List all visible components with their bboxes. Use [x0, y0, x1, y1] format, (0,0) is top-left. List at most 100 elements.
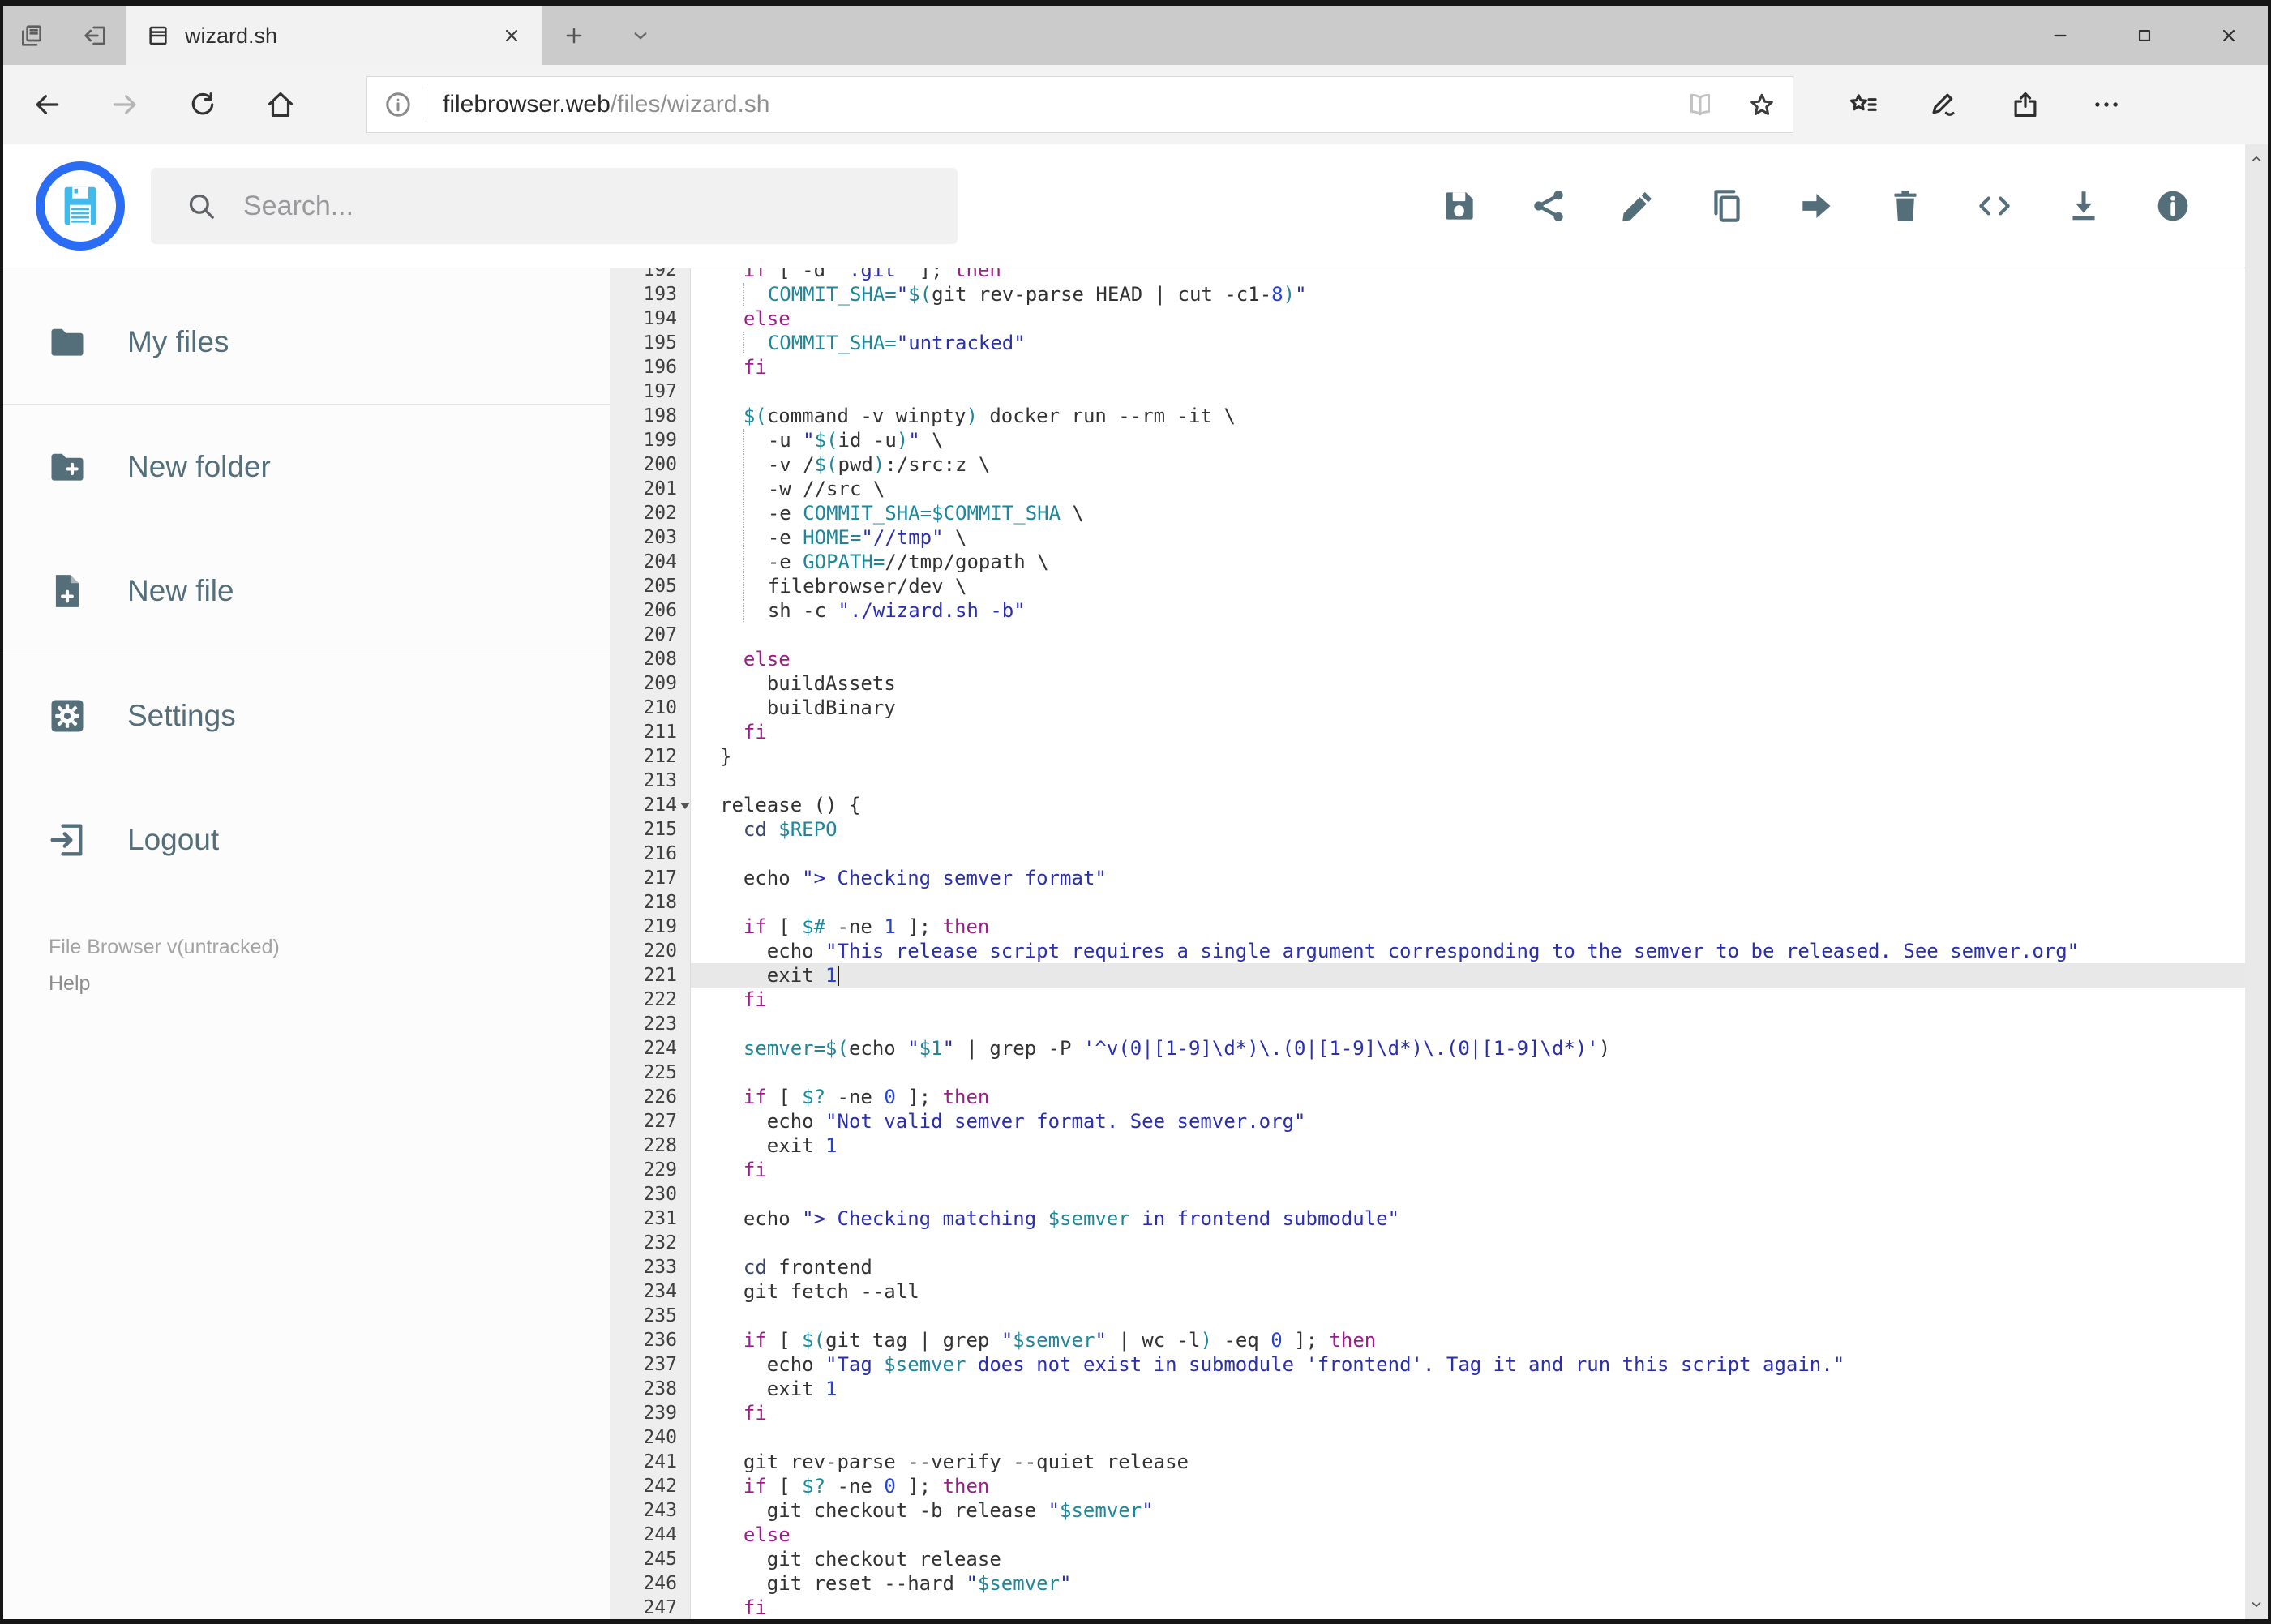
- code-line-194[interactable]: 194 else: [610, 306, 2271, 331]
- code-line-237[interactable]: 237 echo "Tag $semver does not exist in …: [610, 1352, 2271, 1377]
- add-favorite-button[interactable]: [1731, 90, 1793, 119]
- maximize-button[interactable]: [2102, 6, 2187, 65]
- code-line-216[interactable]: 216: [610, 842, 2271, 866]
- info-button[interactable]: [2153, 186, 2193, 226]
- code-line-232[interactable]: 232: [610, 1231, 2271, 1255]
- sidebar-item-my-files[interactable]: My files: [0, 280, 610, 404]
- reading-view-button[interactable]: [1669, 90, 1731, 119]
- download-button[interactable]: [2063, 186, 2104, 226]
- code-line-197[interactable]: 197: [610, 379, 2271, 404]
- code-line-209[interactable]: 209 buildAssets: [610, 671, 2271, 696]
- code-line-228[interactable]: 228 exit 1: [610, 1133, 2271, 1158]
- code-line-213[interactable]: 213: [610, 769, 2271, 793]
- edit-button[interactable]: [1618, 186, 1658, 226]
- code-line-222[interactable]: 222 fi: [610, 988, 2271, 1012]
- code-line-217[interactable]: 217 echo "> Checking semver format": [610, 866, 2271, 890]
- code-line-215[interactable]: 215 cd $REPO: [610, 817, 2271, 842]
- code-editor[interactable]: 192 if [ -d ".git" ]; then 193 COMMIT_SHA…: [610, 268, 2271, 1624]
- code-line-227[interactable]: 227 echo "Not valid semver format. See s…: [610, 1109, 2271, 1133]
- code-line-202[interactable]: 202 -e COMMIT_SHA=$COMMIT_SHA \: [610, 501, 2271, 525]
- back-button[interactable]: [8, 65, 86, 144]
- tab-preview-button[interactable]: [0, 6, 63, 65]
- code-line-207[interactable]: 207: [610, 623, 2271, 647]
- code-line-246[interactable]: 246 git reset --hard "$semver": [610, 1571, 2271, 1596]
- code-line-221[interactable]: 221 exit 1: [610, 963, 2271, 988]
- browser-tab-wizard-sh[interactable]: wizard.sh: [126, 6, 542, 65]
- code-line-193[interactable]: 193 COMMIT_SHA="$(git rev-parse HEAD | c…: [610, 282, 2271, 306]
- share-button[interactable]: [1985, 65, 2066, 144]
- code-line-245[interactable]: 245 git checkout release: [610, 1547, 2271, 1571]
- code-line-223[interactable]: 223: [610, 1012, 2271, 1036]
- code-line-192[interactable]: 192 if [ -d ".git" ]; then: [610, 268, 2271, 282]
- page-scrollbar[interactable]: [2245, 144, 2268, 1619]
- code-line-205[interactable]: 205 filebrowser/dev \: [610, 574, 2271, 598]
- code-line-236[interactable]: 236 if [ $(git tag | grep "$semver" | wc…: [610, 1328, 2271, 1352]
- close-tab-icon[interactable]: [501, 25, 522, 46]
- code-line-218[interactable]: 218: [610, 890, 2271, 915]
- delete-button[interactable]: [1885, 186, 1926, 226]
- help-link[interactable]: Help: [49, 972, 610, 996]
- tab-preview-toggle-button[interactable]: [606, 6, 675, 65]
- fold-marker-icon[interactable]: [680, 803, 690, 814]
- filebrowser-logo[interactable]: [36, 161, 125, 251]
- code-line-201[interactable]: 201 -w //src \: [610, 477, 2271, 501]
- move-button[interactable]: [1796, 186, 1836, 226]
- code-line-208[interactable]: 208 else: [610, 647, 2271, 671]
- code-line-196[interactable]: 196 fi: [610, 355, 2271, 379]
- code-line-195[interactable]: 195 COMMIT_SHA="untracked": [610, 331, 2271, 355]
- refresh-button[interactable]: [164, 65, 242, 144]
- site-info-icon[interactable]: [383, 90, 413, 119]
- chevron-up-icon[interactable]: [2248, 151, 2265, 167]
- search-input[interactable]: Search...: [151, 168, 958, 244]
- annotate-button[interactable]: [1904, 65, 1985, 144]
- code-line-233[interactable]: 233 cd frontend: [610, 1255, 2271, 1279]
- code-line-211[interactable]: 211 fi: [610, 720, 2271, 744]
- code-line-225[interactable]: 225: [610, 1061, 2271, 1085]
- code-line-230[interactable]: 230: [610, 1182, 2271, 1206]
- code-line-247[interactable]: 247 fi: [610, 1596, 2271, 1620]
- code-line-203[interactable]: 203 -e HOME="//tmp" \: [610, 525, 2271, 550]
- code-line-214[interactable]: 214 release () {: [610, 793, 2271, 817]
- forward-button[interactable]: [86, 65, 164, 144]
- code-line-212[interactable]: 212}: [610, 744, 2271, 769]
- code-line-243[interactable]: 243 git checkout -b release "$semver": [610, 1498, 2271, 1523]
- code-line-210[interactable]: 210 buildBinary: [610, 696, 2271, 720]
- sidebar-item-settings[interactable]: Settings: [0, 653, 610, 778]
- copy-button[interactable]: [1707, 186, 1747, 226]
- url-field[interactable]: filebrowser.web/files/wizard.sh: [366, 76, 1793, 133]
- code-line-199[interactable]: 199 -u "$(id -u)" \: [610, 428, 2271, 452]
- code-line-244[interactable]: 244 else: [610, 1523, 2271, 1547]
- favorites-hub-button[interactable]: [1823, 65, 1904, 144]
- code-line-240[interactable]: 240: [610, 1425, 2271, 1450]
- code-line-224[interactable]: 224 semver=$(echo "$1" | grep -P '^v(0|[…: [610, 1036, 2271, 1061]
- raw-code-button[interactable]: [1974, 186, 2015, 226]
- code-line-226[interactable]: 226 if [ $? -ne 0 ]; then: [610, 1085, 2271, 1109]
- save-button[interactable]: [1439, 186, 1480, 226]
- code-line-200[interactable]: 200 -v /$(pwd):/src:z \: [610, 452, 2271, 477]
- url-text[interactable]: filebrowser.web/files/wizard.sh: [443, 91, 1669, 118]
- code-line-234[interactable]: 234 git fetch --all: [610, 1279, 2271, 1304]
- code-line-235[interactable]: 235: [610, 1304, 2271, 1328]
- chevron-down-icon[interactable]: [2248, 1596, 2265, 1613]
- code-line-238[interactable]: 238 exit 1: [610, 1377, 2271, 1401]
- sidebar-item-new-file[interactable]: New file: [0, 529, 610, 653]
- share-file-button[interactable]: [1528, 186, 1569, 226]
- minimize-button[interactable]: [2018, 6, 2102, 65]
- more-button[interactable]: [2066, 65, 2147, 144]
- code-line-231[interactable]: 231 echo "> Checking matching $semver in…: [610, 1206, 2271, 1231]
- code-line-239[interactable]: 239 fi: [610, 1401, 2271, 1425]
- code-line-206[interactable]: 206 sh -c "./wizard.sh -b": [610, 598, 2271, 623]
- sidebar-item-new-folder[interactable]: New folder: [0, 405, 610, 529]
- close-window-button[interactable]: [2187, 6, 2271, 65]
- set-tabs-aside-button[interactable]: [63, 6, 126, 65]
- code-line-241[interactable]: 241 git rev-parse --verify --quiet relea…: [610, 1450, 2271, 1474]
- code-line-242[interactable]: 242 if [ $? -ne 0 ]; then: [610, 1474, 2271, 1498]
- code-line-198[interactable]: 198 $(command -v winpty) docker run --rm…: [610, 404, 2271, 428]
- sidebar-item-logout[interactable]: Logout: [0, 778, 610, 902]
- code-line-229[interactable]: 229 fi: [610, 1158, 2271, 1182]
- home-button[interactable]: [242, 65, 319, 144]
- new-tab-button[interactable]: [542, 6, 606, 65]
- code-line-220[interactable]: 220 echo "This release script requires a…: [610, 939, 2271, 963]
- code-line-204[interactable]: 204 -e GOPATH=//tmp/gopath \: [610, 550, 2271, 574]
- code-line-219[interactable]: 219 if [ $# -ne 1 ]; then: [610, 915, 2271, 939]
